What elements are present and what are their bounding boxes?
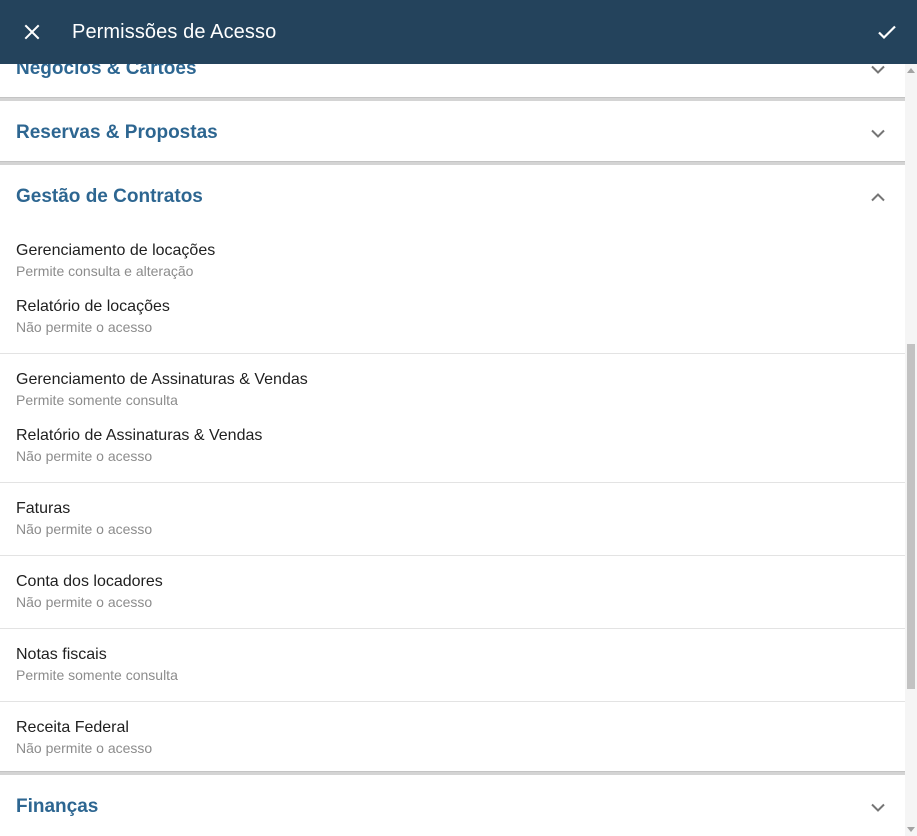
permission-item-relatorio-assinaturas[interactable]: Relatório de Assinaturas & Vendas Não pe… [16,426,262,465]
permission-name: Notas fiscais [16,646,107,663]
permission-name: Faturas [16,500,71,517]
vertical-scrollbar[interactable] [905,64,917,836]
permission-item-gerenciamento-locacoes[interactable]: Gerenciamento de locações Permite consul… [16,241,215,280]
permission-item-receita-federal[interactable]: Receita Federal Não permite o acesso [16,718,152,757]
close-icon [24,24,40,40]
section-header-gestao-contratos[interactable]: Gestão de Contratos [0,165,905,229]
group-divider [0,482,905,483]
close-button[interactable] [16,16,48,48]
permission-item-gerenciamento-assinaturas[interactable]: Gerenciamento de Assinaturas & Vendas Pe… [16,370,308,409]
permission-level: Não permite o acesso [16,521,153,537]
permission-name: Relatório de locações [16,298,170,315]
chevron-down-icon [869,798,887,816]
permission-item-faturas[interactable]: Faturas Não permite o acesso [16,499,152,538]
confirm-button[interactable] [871,16,903,48]
scroll-up-arrow-icon[interactable] [907,68,915,73]
scroll-down-arrow-icon[interactable] [907,827,915,832]
permission-item-conta-locadores[interactable]: Conta dos locadores Não permite o acesso [16,572,163,611]
permissions-list: Negócios & Cartões Reservas & Propostas … [0,0,905,836]
permission-name: Gerenciamento de locações [16,242,216,259]
permission-name: Receita Federal [16,719,129,736]
section-header-financas[interactable]: Finanças [0,775,905,836]
group-divider [0,628,905,629]
permission-name: Conta dos locadores [16,573,163,590]
permission-level: Não permite o acesso [16,594,153,610]
dialog-title: Permissões de Acesso [72,21,277,43]
permission-item-notas-fiscais[interactable]: Notas fiscais Permite somente consulta [16,645,178,684]
permission-name: Gerenciamento de Assinaturas & Vendas [16,371,308,388]
permission-level: Não permite o acesso [16,740,153,756]
scrollbar-thumb[interactable] [907,344,915,689]
chevron-down-icon [869,124,887,142]
group-divider [0,701,905,702]
section-title: Gestão de Contratos [16,186,203,207]
check-icon [878,25,896,40]
chevron-up-icon [869,188,887,206]
group-divider [0,555,905,556]
permission-level: Permite somente consulta [16,392,178,408]
section-title: Finanças [16,796,99,817]
permission-level: Não permite o acesso [16,448,153,464]
permission-level: Permite consulta e alteração [16,263,194,279]
permission-level: Não permite o acesso [16,319,153,335]
section-header-reservas[interactable]: Reservas & Propostas [0,101,905,165]
section-title: Reservas & Propostas [16,122,218,143]
app-bar: Permissões de Acesso [0,0,917,64]
permission-level: Permite somente consulta [16,667,178,683]
permission-name: Relatório de Assinaturas & Vendas [16,427,263,444]
group-divider [0,353,905,354]
permission-item-relatorio-locacoes[interactable]: Relatório de locações Não permite o aces… [16,297,170,336]
